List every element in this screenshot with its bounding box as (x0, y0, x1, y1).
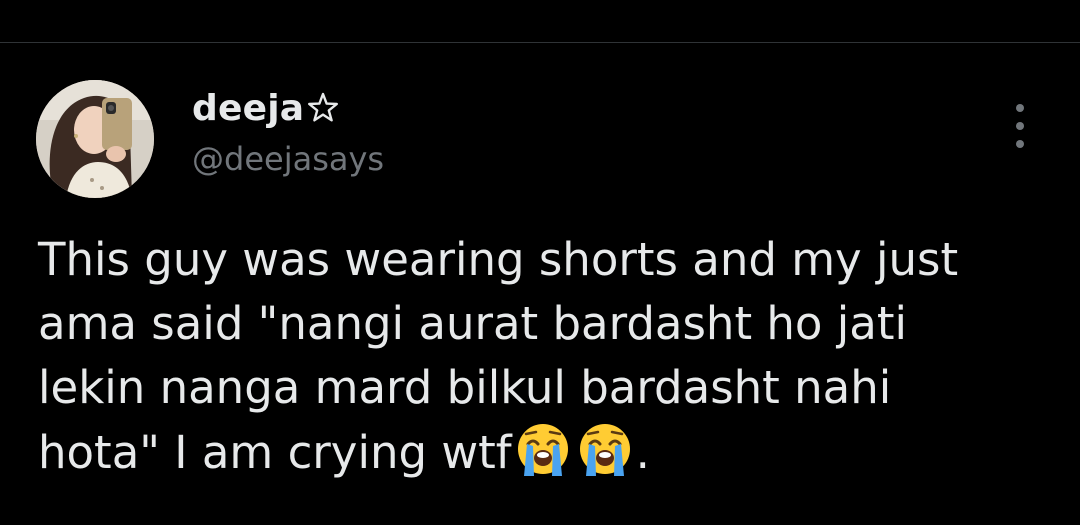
user-handle[interactable]: @deejasays (192, 140, 384, 178)
display-name[interactable]: deeja (192, 88, 304, 129)
top-divider (0, 42, 1080, 43)
more-options-button[interactable] (1004, 104, 1036, 148)
more-vertical-icon-dot (1016, 122, 1024, 130)
loudly-crying-face-icon (574, 420, 636, 478)
star-icon (308, 92, 339, 122)
tweet-text-suffix: . (635, 426, 650, 479)
tweet-text-line: This guy was wearing shorts and my just (38, 233, 959, 286)
avatar-photo (36, 80, 154, 198)
tweet-text-line-content: hota" I am crying wtf (38, 426, 512, 479)
avatar[interactable] (36, 80, 154, 198)
author-name-row[interactable]: deeja (192, 86, 340, 130)
tweet-text-line: lekin nanga mard bilkul bardasht nahi (38, 361, 892, 414)
tweet-text-line-last: hota" I am crying wtf . (38, 420, 1048, 485)
tweet-card: deeja @deejasays This guy was wearing sh… (0, 0, 1080, 525)
more-vertical-icon (1016, 104, 1024, 112)
loudly-crying-face-icon (512, 420, 574, 478)
tweet-text: This guy was wearing shorts and my just … (38, 228, 1048, 485)
more-vertical-icon-dot (1016, 140, 1024, 148)
tweet-text-line: ama said "nangi aurat bardasht ho jati (38, 297, 907, 350)
